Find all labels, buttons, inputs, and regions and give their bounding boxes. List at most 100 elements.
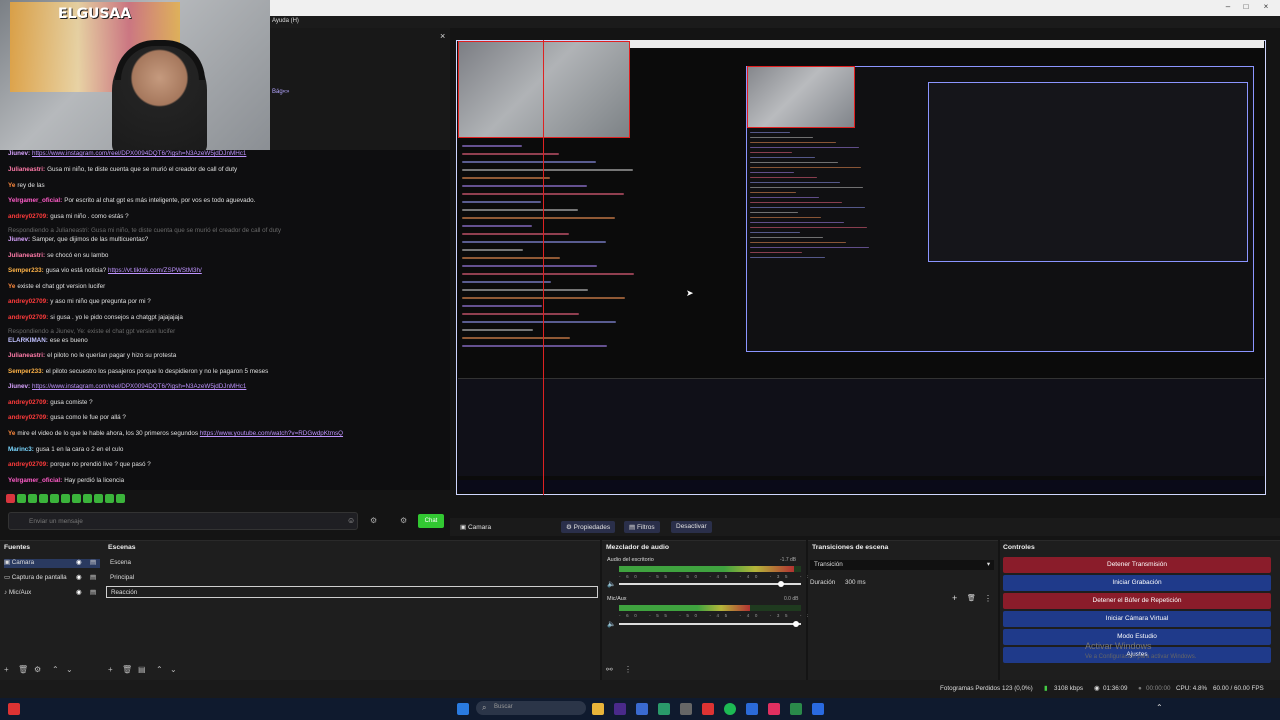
chat-username[interactable]: Ye bbox=[8, 182, 15, 189]
spotify-icon[interactable] bbox=[724, 703, 736, 715]
control-button-2[interactable]: Detener el Búfer de Repetición bbox=[1003, 593, 1271, 609]
more-icon[interactable]: ⋮ bbox=[984, 594, 992, 603]
scene-item-escena[interactable]: Escena bbox=[110, 559, 131, 566]
source-item-mic[interactable]: ♪ Mic/Aux bbox=[4, 589, 31, 596]
control-button-0[interactable]: Detener Transmisión bbox=[1003, 557, 1271, 573]
taskbar-search[interactable]: Buscar bbox=[476, 701, 586, 715]
chat-username[interactable]: andrey02709: bbox=[8, 314, 48, 321]
link-icon[interactable]: ⚯ bbox=[606, 665, 613, 674]
chat-link[interactable]: https://www.instagram.com/reel/DPX0094DQ… bbox=[32, 150, 246, 157]
emote-icon[interactable] bbox=[50, 494, 59, 503]
app-icon[interactable] bbox=[746, 703, 758, 715]
chat-username[interactable]: Semper233: bbox=[8, 267, 44, 274]
source-item-camara[interactable]: ▣ Camara bbox=[4, 559, 100, 568]
chevron-down-icon[interactable]: ⌄ bbox=[66, 665, 73, 674]
speaker-icon[interactable]: 🔈 bbox=[607, 620, 616, 628]
source-item-screen-capture[interactable]: ▭ Captura de pantalla bbox=[4, 574, 67, 581]
chat-username[interactable]: andrey02709: bbox=[8, 414, 48, 421]
add-scene-icon[interactable]: + bbox=[108, 665, 113, 674]
scene-item-principal[interactable]: Principal bbox=[110, 574, 134, 581]
lock-icon[interactable]: ▤ bbox=[90, 589, 96, 596]
emote-icon[interactable] bbox=[28, 494, 37, 503]
chat-link[interactable]: https://www.instagram.com/reel/DPX0094DQ… bbox=[32, 383, 246, 390]
chat-username[interactable]: Julianeastri: bbox=[8, 352, 45, 359]
chat-username[interactable]: Julianeastri: bbox=[8, 166, 45, 173]
transition-select[interactable]: Transición ▾ bbox=[810, 560, 994, 570]
chat-username[interactable]: Ye bbox=[8, 430, 15, 437]
filters-button[interactable]: ▤ Filtros bbox=[624, 521, 660, 533]
chat-username[interactable]: andrey02709: bbox=[8, 298, 48, 305]
chat-username[interactable]: Jiunev: bbox=[8, 383, 30, 390]
chat-send-button[interactable]: Chat bbox=[418, 514, 444, 528]
trash-icon[interactable]: 🗑 bbox=[122, 665, 132, 674]
file-explorer-icon[interactable] bbox=[592, 703, 604, 715]
emote-bar[interactable] bbox=[6, 494, 127, 506]
emote-icon[interactable] bbox=[105, 494, 114, 503]
chat-username[interactable]: Jiunev: bbox=[8, 236, 30, 243]
start-icon[interactable] bbox=[8, 703, 20, 715]
emote-icon[interactable] bbox=[17, 494, 26, 503]
deactivate-button[interactable]: Desactivar bbox=[671, 521, 712, 533]
duration-input[interactable]: 300 ms bbox=[845, 579, 866, 586]
store-icon[interactable] bbox=[636, 703, 648, 715]
brave-icon[interactable] bbox=[702, 703, 714, 715]
control-button-1[interactable]: Iniciar Grabación bbox=[1003, 575, 1271, 591]
add-transition-icon[interactable]: + bbox=[952, 593, 957, 603]
trash-icon[interactable]: 🗑 bbox=[967, 594, 976, 602]
chat-username[interactable]: Yelrgamer_oficial: bbox=[8, 477, 62, 484]
chat-username[interactable]: andrey02709: bbox=[8, 399, 48, 406]
chat-link[interactable]: https://vt.tiktok.com/ZSPWStM3h/ bbox=[108, 267, 202, 274]
minimize-icon[interactable]: – bbox=[1218, 2, 1238, 11]
menu-help[interactable]: Ayuda (H) bbox=[272, 18, 299, 24]
settings-icon[interactable] bbox=[680, 703, 692, 715]
dock-close-icon[interactable]: × bbox=[440, 31, 445, 41]
chevron-up-icon[interactable]: ⌃ bbox=[52, 665, 59, 674]
volume-knob[interactable] bbox=[778, 581, 784, 587]
chat-username[interactable]: andrey02709: bbox=[8, 213, 48, 220]
chat-username[interactable]: ELARKIMAN: bbox=[8, 337, 48, 344]
emote-icon[interactable] bbox=[39, 494, 48, 503]
gear-icon[interactable]: ⚙ bbox=[400, 516, 410, 526]
volume-slider-desktop[interactable] bbox=[619, 583, 801, 585]
chat-username[interactable]: Jiunev: bbox=[8, 150, 30, 157]
chat-input[interactable]: Enviar un mensaje bbox=[8, 512, 358, 530]
emote-icon[interactable] bbox=[83, 494, 92, 503]
emote-icon[interactable] bbox=[61, 494, 70, 503]
visibility-eye-icon[interactable]: ◉ bbox=[76, 574, 82, 581]
chat-username[interactable]: Ye bbox=[8, 283, 15, 290]
gear-icon[interactable]: ⚙ bbox=[34, 665, 41, 674]
chat-username[interactable]: Marinc3: bbox=[8, 446, 34, 453]
chevron-down-icon[interactable]: ⌄ bbox=[170, 665, 177, 674]
windows-start-icon[interactable] bbox=[457, 703, 469, 715]
emote-icon[interactable] bbox=[94, 494, 103, 503]
edge-icon[interactable] bbox=[658, 703, 670, 715]
visibility-eye-icon[interactable]: ◉ bbox=[76, 589, 82, 596]
speaker-icon[interactable]: 🔈 bbox=[607, 580, 616, 588]
emote-icon[interactable] bbox=[6, 494, 15, 503]
maximize-icon[interactable]: □ bbox=[1236, 2, 1256, 11]
properties-button[interactable]: ⚙ Propiedades bbox=[561, 521, 616, 533]
chat-username[interactable]: Julianeastri: bbox=[8, 252, 45, 259]
close-icon[interactable]: × bbox=[1256, 2, 1276, 11]
scene-item-reaccion[interactable]: Reacción bbox=[106, 586, 598, 598]
chat-username[interactable]: andrey02709: bbox=[8, 461, 48, 468]
app-icon[interactable] bbox=[614, 703, 626, 715]
chat-link[interactable]: https://www.youtube.com/watch?v=RDGwdpKt… bbox=[200, 430, 343, 437]
chevron-up-icon[interactable]: ⌃ bbox=[156, 665, 163, 674]
app-icon[interactable] bbox=[790, 703, 802, 715]
emote-icon[interactable] bbox=[116, 494, 125, 503]
chat-username[interactable]: Yelrgamer_oficial: bbox=[8, 197, 62, 204]
obs-icon[interactable] bbox=[768, 703, 780, 715]
lock-icon[interactable]: ▤ bbox=[90, 559, 96, 566]
volume-knob[interactable] bbox=[793, 621, 799, 627]
more-icon[interactable]: ⋮ bbox=[624, 665, 632, 674]
control-button-3[interactable]: Iniciar Cámara Virtual bbox=[1003, 611, 1271, 627]
emoji-icon[interactable]: ☺ bbox=[347, 516, 357, 526]
add-source-icon[interactable]: + bbox=[4, 665, 9, 674]
visibility-eye-icon[interactable]: ◉ bbox=[76, 559, 82, 566]
volume-slider-mic[interactable] bbox=[619, 623, 801, 625]
chat-username[interactable]: Semper233: bbox=[8, 368, 44, 375]
filter-icon[interactable]: ▤ bbox=[138, 665, 146, 674]
network-icon[interactable]: ⌃ bbox=[1156, 703, 1168, 715]
settings-icon[interactable]: ⚙ bbox=[370, 516, 380, 526]
